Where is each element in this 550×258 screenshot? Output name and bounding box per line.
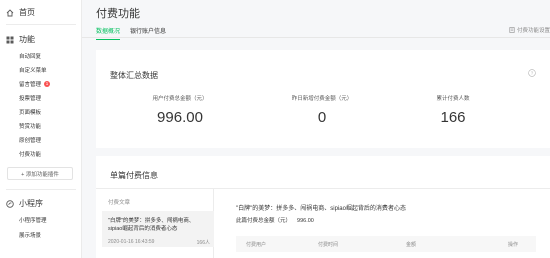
- detail-title: "白牌"的美梦：拼多多、闯祸电商、sipiao崛起背后的消费者心态: [236, 206, 406, 212]
- sidebar-item-votes[interactable]: 投票管理: [19, 94, 41, 102]
- stat-value: 166: [440, 109, 466, 126]
- miniprogram-icon: [6, 199, 14, 208]
- stat-value: 0: [317, 109, 327, 126]
- sidebar-item-label: 留言管理: [19, 82, 42, 88]
- sidebar-item-label: 自定义菜单: [19, 68, 47, 74]
- paid-settings-link[interactable]: 付费功能设置: [509, 26, 550, 34]
- sidebar: 首页 功能 自动回复 自定义菜单 留言管理 1 投票管理 页面模板 赞赏功能 原创…: [0, 0, 82, 258]
- help-icon[interactable]: ?: [528, 69, 536, 77]
- detail-sum-value: 996.00: [297, 218, 314, 224]
- list-item[interactable]: "白牌"的美梦：拼多多、闯祸电商、sipiao崛起背后的消费者心态 2020-0…: [102, 211, 214, 247]
- column-header: 付费用户: [246, 242, 267, 248]
- summary-title: 整体汇总数据: [110, 71, 158, 80]
- sidebar-miniprogram-label: 小程序: [19, 199, 43, 208]
- document-icon: [509, 27, 515, 33]
- add-plugin-button[interactable]: + 添加功能插件: [7, 167, 73, 180]
- article-list-header: 付费文章: [108, 200, 131, 206]
- sidebar-section-miniprogram: 小程序: [6, 198, 43, 209]
- sidebar-divider: [6, 24, 76, 25]
- single-article-card: 单篇付费信息 付费文章 "白牌"的美梦：拼多多、闯祸电商、sipiao崛起背后的…: [96, 156, 550, 258]
- sidebar-item-label: 页面模板: [19, 110, 42, 116]
- article-date: 2020-01-16 16:43:59: [108, 239, 155, 245]
- grid-icon: [6, 36, 14, 44]
- sidebar-item-label: 自动回复: [19, 54, 42, 60]
- tab-underline: [82, 37, 550, 38]
- sidebar-item-appreciation[interactable]: 赞赏功能: [19, 122, 41, 130]
- sidebar-item-page-templates[interactable]: 页面模板: [19, 108, 41, 116]
- sidebar-function-label: 功能: [19, 35, 35, 44]
- sidebar-divider: [6, 189, 76, 190]
- sidebar-item-label: 原创管理: [19, 138, 42, 144]
- main-content: 付费功能 数据概况 银行账户信息 付费功能设置 整体汇总数据 ? 用户付费总金额…: [82, 0, 550, 258]
- column-header: 操作: [508, 242, 519, 248]
- stat-value: 996.00: [157, 109, 203, 126]
- sidebar-item-display-scene[interactable]: 展示场景: [19, 231, 41, 239]
- stat-label: 用户付费总金额（元）: [152, 96, 208, 102]
- article-list: 付费文章 "白牌"的美梦：拼多多、闯祸电商、sipiao崛起背后的消费者心态 2…: [102, 189, 214, 258]
- stat-label: 昨日新增付费金额（元）: [291, 96, 353, 102]
- column-header: 金额: [406, 242, 417, 248]
- payment-table-header: 付费用户 付费时间 金额 操作: [236, 236, 536, 252]
- sidebar-item-label: 投票管理: [19, 96, 42, 102]
- sidebar-item-custom-menu[interactable]: 自定义菜单: [19, 66, 47, 74]
- sidebar-item-home[interactable]: 首页: [6, 7, 35, 18]
- sidebar-item-label: 小程序管理: [19, 218, 47, 224]
- article-title: "白牌"的美梦：拼多多、闯祸电商、sipiao崛起背后的消费者心态: [108, 218, 195, 232]
- sidebar-item-label: 赞赏功能: [19, 124, 42, 130]
- sidebar-item-comments[interactable]: 留言管理 1: [19, 80, 51, 88]
- home-icon: [6, 8, 14, 17]
- sidebar-item-auto-reply[interactable]: 自动回复: [19, 52, 41, 60]
- sidebar-section-function: 功能: [6, 34, 35, 45]
- notification-badge: 1: [44, 81, 51, 87]
- sidebar-item-miniprogram-manage[interactable]: 小程序管理: [19, 216, 47, 224]
- article-payer-count: 166人: [196, 240, 210, 246]
- stat-label: 累计付费人数: [436, 96, 470, 102]
- sidebar-item-label: 付费功能: [19, 152, 42, 158]
- column-header: 付费时间: [318, 242, 339, 248]
- sidebar-item-original[interactable]: 原创管理: [19, 136, 41, 144]
- stat-total-amount: 用户付费总金额（元） 996.00: [115, 94, 245, 126]
- sidebar-home-label: 首页: [19, 8, 35, 17]
- summary-card: 整体汇总数据 ? 用户付费总金额（元） 996.00 昨日新增付费金额（元） 0…: [96, 50, 550, 148]
- stat-total-payers: 累计付费人数 166: [388, 94, 518, 126]
- detail-sum-label: 此篇付费总金额（元）: [236, 218, 292, 224]
- page-title: 付费功能: [96, 8, 140, 20]
- sidebar-item-paid[interactable]: 付费功能: [19, 150, 41, 158]
- sidebar-item-label: 展示场景: [19, 233, 42, 239]
- settings-link-label: 付费功能设置: [516, 28, 550, 34]
- article-detail: "白牌"的美梦：拼多多、闯祸电商、sipiao崛起背后的消费者心态 此篇付费总金…: [226, 189, 544, 258]
- svg-text:?: ?: [531, 71, 534, 76]
- single-title: 单篇付费信息: [110, 171, 158, 180]
- stat-yesterday-amount: 昨日新增付费金额（元） 0: [257, 94, 387, 126]
- detail-sum: 此篇付费总金额（元） 996.00: [236, 216, 314, 224]
